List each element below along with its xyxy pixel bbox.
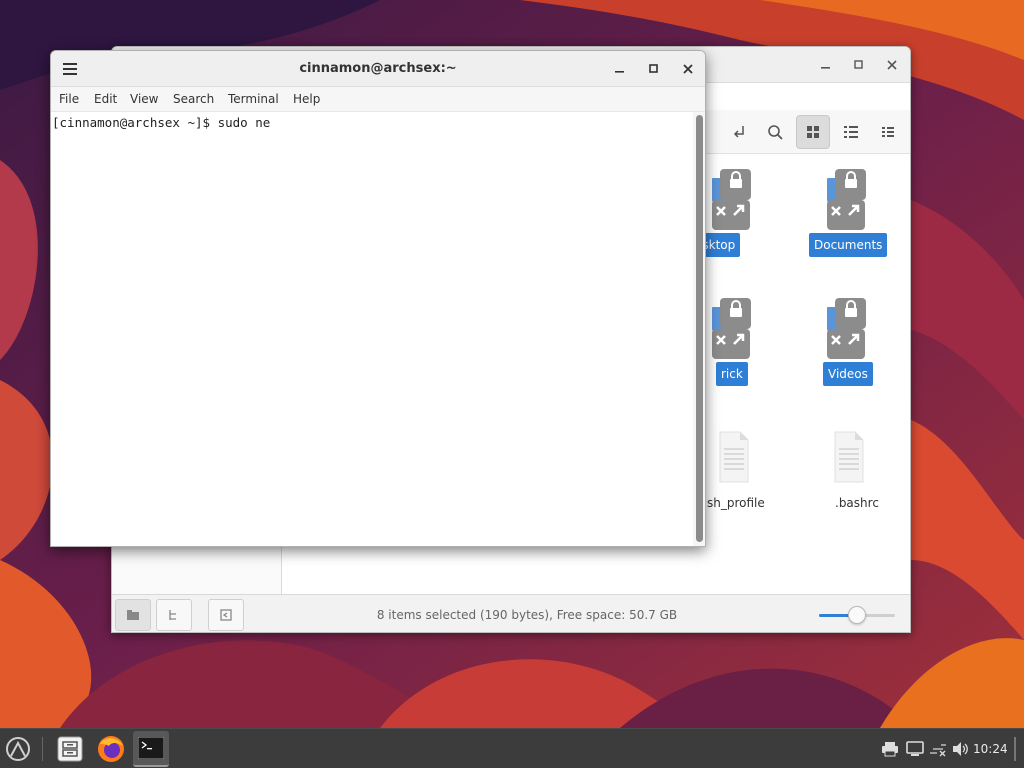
menu-button[interactable]: [0, 731, 36, 767]
text-file-icon: [719, 431, 749, 483]
text-file-icon: [834, 431, 864, 483]
printer-tray-button[interactable]: [880, 739, 900, 759]
open-terminal-button[interactable]: [721, 115, 755, 149]
compact-view-icon: [882, 127, 894, 137]
firefox-icon: [98, 736, 124, 762]
terminal-titlebar[interactable]: cinnamon@archsex:~: [51, 51, 705, 87]
folder-icon: [127, 610, 139, 620]
files-icon: [57, 736, 83, 762]
close-icon: [887, 60, 897, 70]
show-places-button[interactable]: [115, 599, 151, 631]
volume-tray-button[interactable]: [950, 739, 970, 759]
taskbar-files[interactable]: [52, 731, 88, 767]
terminal-window: cinnamon@archsex:~ File Edit View Search…: [50, 50, 706, 547]
file-item-documents[interactable]: Documents: [797, 154, 897, 264]
arch-logo-icon: [6, 737, 30, 761]
minimize-icon: [615, 71, 624, 73]
network-disconnected-icon: [930, 744, 946, 757]
list-view-icon: [844, 126, 858, 138]
display-tray-button[interactable]: [905, 739, 925, 759]
taskbar-terminal[interactable]: [133, 731, 169, 767]
zoom-slider-handle[interactable]: [848, 606, 866, 624]
hamburger-icon: [63, 63, 77, 75]
clock[interactable]: 10:24: [973, 729, 1008, 768]
icon-view-button[interactable]: [796, 115, 830, 149]
command-input[interactable]: sudo ne: [218, 115, 271, 130]
file-item-bashrc[interactable]: .bashrc: [797, 412, 897, 522]
search-icon: [768, 125, 783, 140]
menu-terminal[interactable]: Terminal: [226, 87, 281, 112]
terminal-icon: [138, 737, 164, 759]
close-icon: [683, 64, 693, 74]
list-view-button[interactable]: [834, 115, 868, 149]
scrollbar-thumb[interactable]: [696, 115, 703, 542]
file-label: .bashrc: [835, 496, 879, 510]
tree-icon: [169, 610, 176, 620]
menu-search[interactable]: Search: [171, 87, 216, 112]
show-treeview-button[interactable]: [156, 599, 192, 631]
locked-folder-icon: [712, 169, 751, 230]
minimize-button[interactable]: [814, 53, 838, 77]
locked-folder-icon: [827, 169, 866, 230]
search-button[interactable]: [758, 115, 792, 149]
window-title: cinnamon@archsex:~: [299, 61, 457, 76]
shell-prompt: [cinnamon@archsex ~]$: [52, 115, 218, 130]
close-button[interactable]: [676, 57, 700, 81]
file-label: Documents: [809, 233, 888, 257]
terminal-output[interactable]: [cinnamon@archsex ~]$ sudo ne: [51, 112, 693, 546]
grid-view-icon: [807, 126, 819, 138]
minimize-icon: [821, 67, 830, 69]
maximize-button[interactable]: [642, 57, 666, 81]
terminal-menubar: File Edit View Search Terminal Help: [51, 87, 705, 112]
minimize-button[interactable]: [608, 57, 632, 81]
maximize-button[interactable]: [847, 53, 871, 77]
status-text: 8 items selected (190 bytes), Free space…: [376, 608, 678, 622]
network-tray-button[interactable]: [928, 739, 948, 759]
menu-file[interactable]: File: [57, 87, 81, 112]
maximize-icon: [854, 60, 863, 69]
menu-edit[interactable]: Edit: [92, 87, 119, 112]
toggle-sidebar-button[interactable]: [208, 599, 244, 631]
file-label: rick: [716, 362, 748, 386]
status-bar: 8 items selected (190 bytes), Free space…: [112, 594, 910, 632]
file-item-videos[interactable]: Videos: [797, 283, 897, 393]
return-arrow-icon: [733, 126, 744, 138]
volume-icon: [953, 742, 968, 756]
taskbar: 10:24: [0, 728, 1024, 768]
compact-view-button[interactable]: [871, 115, 905, 149]
locked-folder-icon: [712, 298, 751, 359]
file-label: Videos: [823, 362, 873, 386]
menu-view[interactable]: View: [128, 87, 160, 112]
locked-folder-icon: [827, 298, 866, 359]
sidebar-icon: [220, 609, 232, 621]
terminal-scrollbar[interactable]: [693, 112, 705, 546]
show-desktop-button[interactable]: [1014, 737, 1016, 761]
display-icon: [906, 741, 924, 756]
file-label: sh_profile: [707, 496, 765, 510]
taskbar-firefox[interactable]: [93, 731, 129, 767]
zoom-slider[interactable]: [817, 606, 897, 624]
separator: [42, 737, 43, 761]
close-button[interactable]: [880, 53, 904, 77]
maximize-icon: [649, 64, 658, 73]
printer-icon: [882, 742, 898, 757]
menu-help[interactable]: Help: [291, 87, 322, 112]
hamburger-menu-button[interactable]: [59, 58, 81, 80]
